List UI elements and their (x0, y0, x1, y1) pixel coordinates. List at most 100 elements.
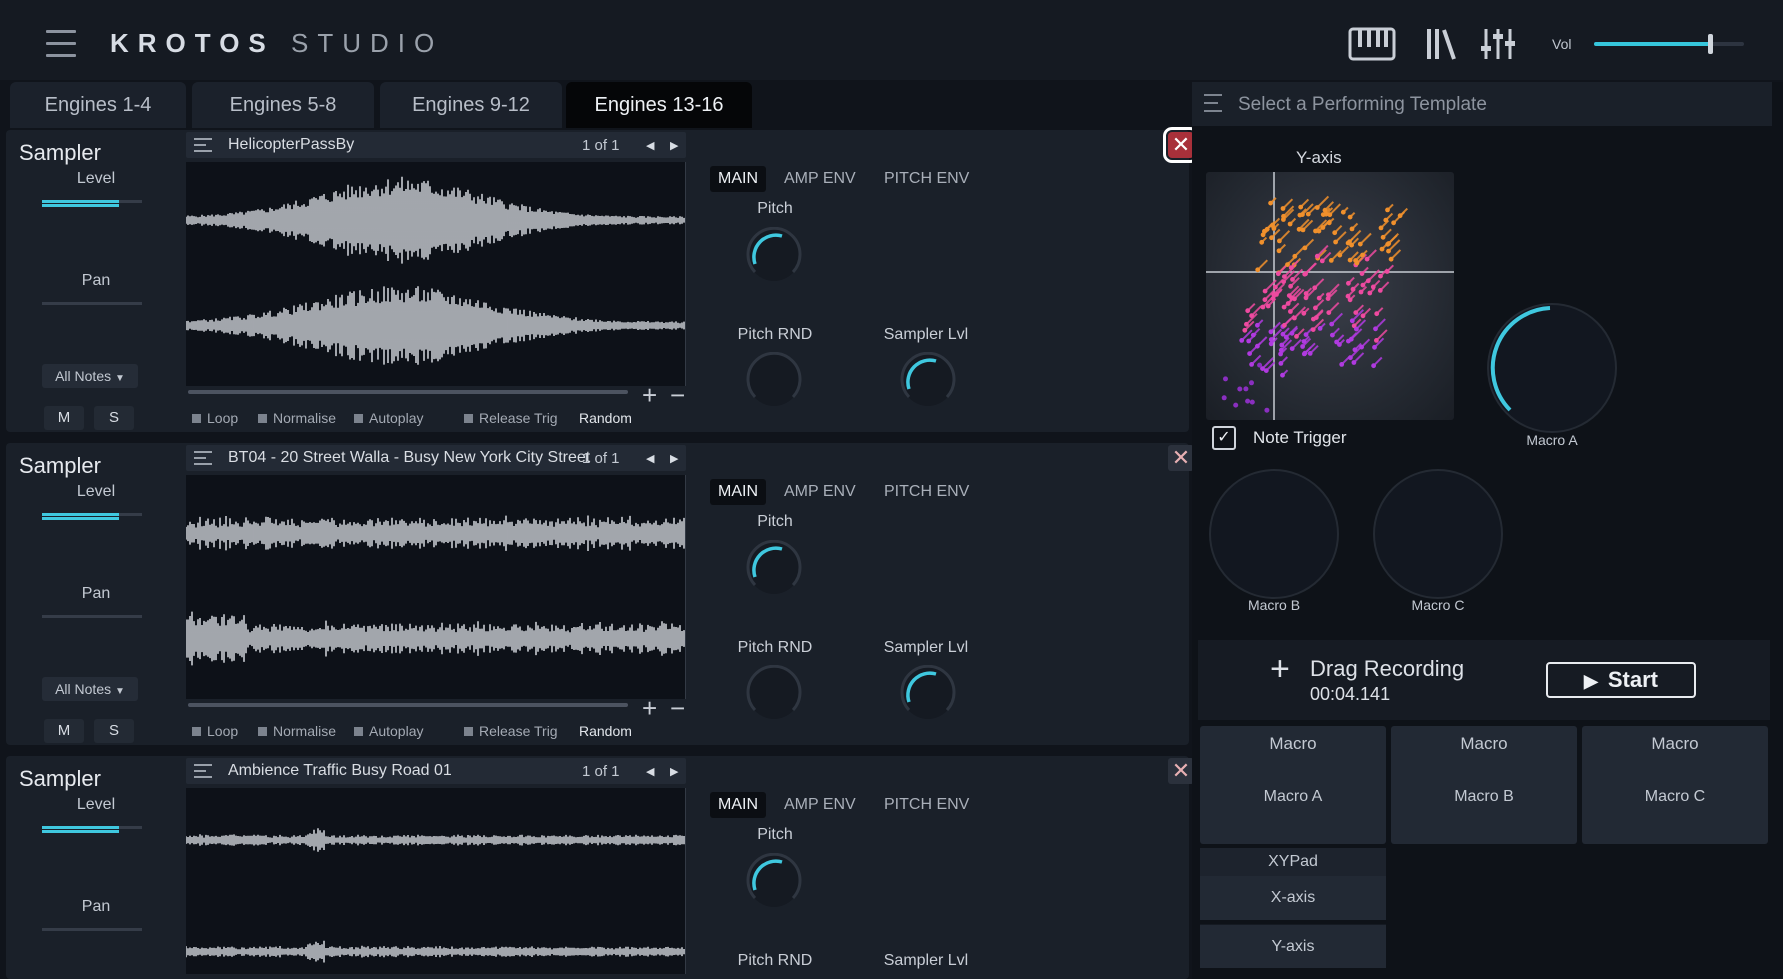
sample-bar: Ambience Traffic Busy Road 01 1 of 1 ◀ ▶ (186, 758, 686, 784)
release-trig-option[interactable]: Release Trig (464, 410, 558, 426)
next-sample-icon[interactable]: ▶ (670, 765, 678, 778)
random-option[interactable]: Random (579, 410, 632, 426)
loop-option[interactable]: Loop (192, 410, 238, 426)
zoom-in-icon[interactable]: + (642, 693, 657, 724)
particle-dot (1345, 293, 1351, 299)
sample-menu-icon[interactable] (194, 451, 212, 465)
particle-dot (1372, 344, 1377, 350)
drag-recording-icon[interactable]: + (1270, 652, 1290, 686)
pitch-knob[interactable] (746, 853, 802, 909)
pitch-rnd-knob[interactable] (746, 665, 802, 721)
close-engine-icon[interactable]: ✕ (1168, 445, 1194, 471)
tab-engines-1-4[interactable]: Engines 1-4 (10, 82, 186, 128)
particle-dot (1360, 252, 1365, 258)
macro-b-knob[interactable] (1206, 466, 1342, 602)
next-sample-icon[interactable]: ▶ (670, 452, 678, 465)
note-filter-dropdown[interactable]: All Notes ▼ (42, 364, 138, 388)
particle-dot (1294, 334, 1299, 339)
sample-menu-icon[interactable] (194, 138, 212, 152)
pan-slider[interactable] (42, 302, 142, 305)
library-icon[interactable] (1424, 26, 1458, 62)
xypad-y-axis[interactable]: Y-axis (1200, 924, 1386, 968)
sample-menu-icon[interactable] (194, 764, 212, 778)
particle-dot (1298, 204, 1304, 210)
close-engine-icon[interactable]: ✕ (1163, 127, 1199, 163)
particle-dot (1233, 402, 1239, 408)
zoom-out-icon[interactable]: − (670, 693, 685, 724)
particle-dot (1307, 351, 1313, 356)
menu-icon[interactable] (46, 30, 76, 58)
drag-recording-label[interactable]: Drag Recording (1310, 656, 1464, 682)
engine-title: Sampler (19, 766, 101, 791)
macro-cell-a[interactable]: Macro Macro A (1200, 726, 1386, 844)
subtab-main[interactable]: MAIN (710, 792, 766, 818)
volume-handle[interactable] (1707, 34, 1713, 54)
prev-sample-icon[interactable]: ◀ (646, 765, 654, 778)
prev-sample-icon[interactable]: ◀ (646, 452, 654, 465)
waveform-display[interactable] (185, 162, 686, 386)
subtab-main[interactable]: MAIN (710, 479, 766, 505)
mute-button[interactable]: M (44, 719, 84, 743)
note-filter-dropdown[interactable]: All Notes ▼ (42, 677, 138, 701)
random-option[interactable]: Random (579, 723, 632, 739)
waveform-display[interactable] (185, 788, 686, 974)
particle-dot (1286, 293, 1292, 298)
autoplay-option[interactable]: Autoplay (354, 723, 423, 739)
zoom-out-icon[interactable]: − (670, 380, 685, 411)
release-trig-option[interactable]: Release Trig (464, 723, 558, 739)
sampler-lvl-knob[interactable] (900, 665, 956, 721)
tab-engines-9-12[interactable]: Engines 9-12 (380, 82, 562, 128)
particle-dot (1292, 296, 1297, 302)
macro-c-knob[interactable] (1370, 466, 1506, 602)
subtab-pitch-env[interactable]: PITCH ENV (876, 792, 977, 818)
subtab-amp-env[interactable]: AMP ENV (776, 792, 864, 818)
loop-option[interactable]: Loop (192, 723, 238, 739)
zoom-in-icon[interactable]: + (642, 380, 657, 411)
xy-pad[interactable] (1206, 172, 1454, 420)
pitch-knob[interactable] (746, 540, 802, 596)
pan-slider[interactable] (42, 928, 142, 931)
sample-name[interactable]: BT04 - 20 Street Walla - Busy New York C… (228, 449, 590, 467)
particle-dot (1367, 290, 1373, 296)
solo-button[interactable]: S (94, 719, 134, 743)
normalise-option[interactable]: Normalise (258, 410, 336, 426)
subtab-main[interactable]: MAIN (710, 166, 766, 192)
solo-button[interactable]: S (94, 406, 134, 430)
mute-button[interactable]: M (44, 406, 84, 430)
particle-dot (1268, 329, 1274, 335)
particle-dot (1312, 285, 1318, 291)
prev-sample-icon[interactable]: ◀ (646, 139, 654, 152)
macro-cell-b[interactable]: Macro Macro B (1391, 726, 1577, 844)
close-engine-icon[interactable]: ✕ (1168, 758, 1194, 784)
start-button[interactable]: ▶ Start (1546, 662, 1696, 698)
subtab-pitch-env[interactable]: PITCH ENV (876, 166, 977, 192)
macro-a-knob[interactable] (1484, 300, 1620, 436)
next-sample-icon[interactable]: ▶ (670, 139, 678, 152)
waveform-display[interactable] (185, 475, 686, 699)
waveform-scrollbar[interactable] (188, 703, 628, 707)
waveform-scrollbar[interactable] (188, 390, 628, 394)
pitch-knob[interactable] (746, 227, 802, 283)
macro-cell-c[interactable]: Macro Macro C (1582, 726, 1768, 844)
keyboard-icon[interactable] (1348, 26, 1396, 62)
tab-engines-13-16[interactable]: Engines 13-16 (566, 82, 752, 128)
normalise-option[interactable]: Normalise (258, 723, 336, 739)
subtab-amp-env[interactable]: AMP ENV (776, 166, 864, 192)
note-trigger-checkbox[interactable]: ✓ (1212, 426, 1236, 450)
pitch-rnd-knob[interactable] (746, 352, 802, 408)
sampler-lvl-knob[interactable] (900, 352, 956, 408)
xypad-x-axis[interactable]: X-axis (1200, 876, 1386, 920)
particle-dot (1243, 386, 1249, 392)
pan-slider[interactable] (42, 615, 142, 618)
particle-dot (1313, 305, 1318, 311)
particle-dot (1380, 234, 1386, 240)
particle-dot (1332, 230, 1338, 236)
subtab-pitch-env[interactable]: PITCH ENV (876, 479, 977, 505)
sample-name[interactable]: Ambience Traffic Busy Road 01 (228, 762, 452, 780)
sample-name[interactable]: HelicopterPassBy (228, 136, 354, 154)
template-menu-icon[interactable] (1204, 94, 1224, 114)
tab-engines-5-8[interactable]: Engines 5-8 (192, 82, 374, 128)
mixer-icon[interactable] (1480, 26, 1516, 62)
autoplay-option[interactable]: Autoplay (354, 410, 423, 426)
subtab-amp-env[interactable]: AMP ENV (776, 479, 864, 505)
